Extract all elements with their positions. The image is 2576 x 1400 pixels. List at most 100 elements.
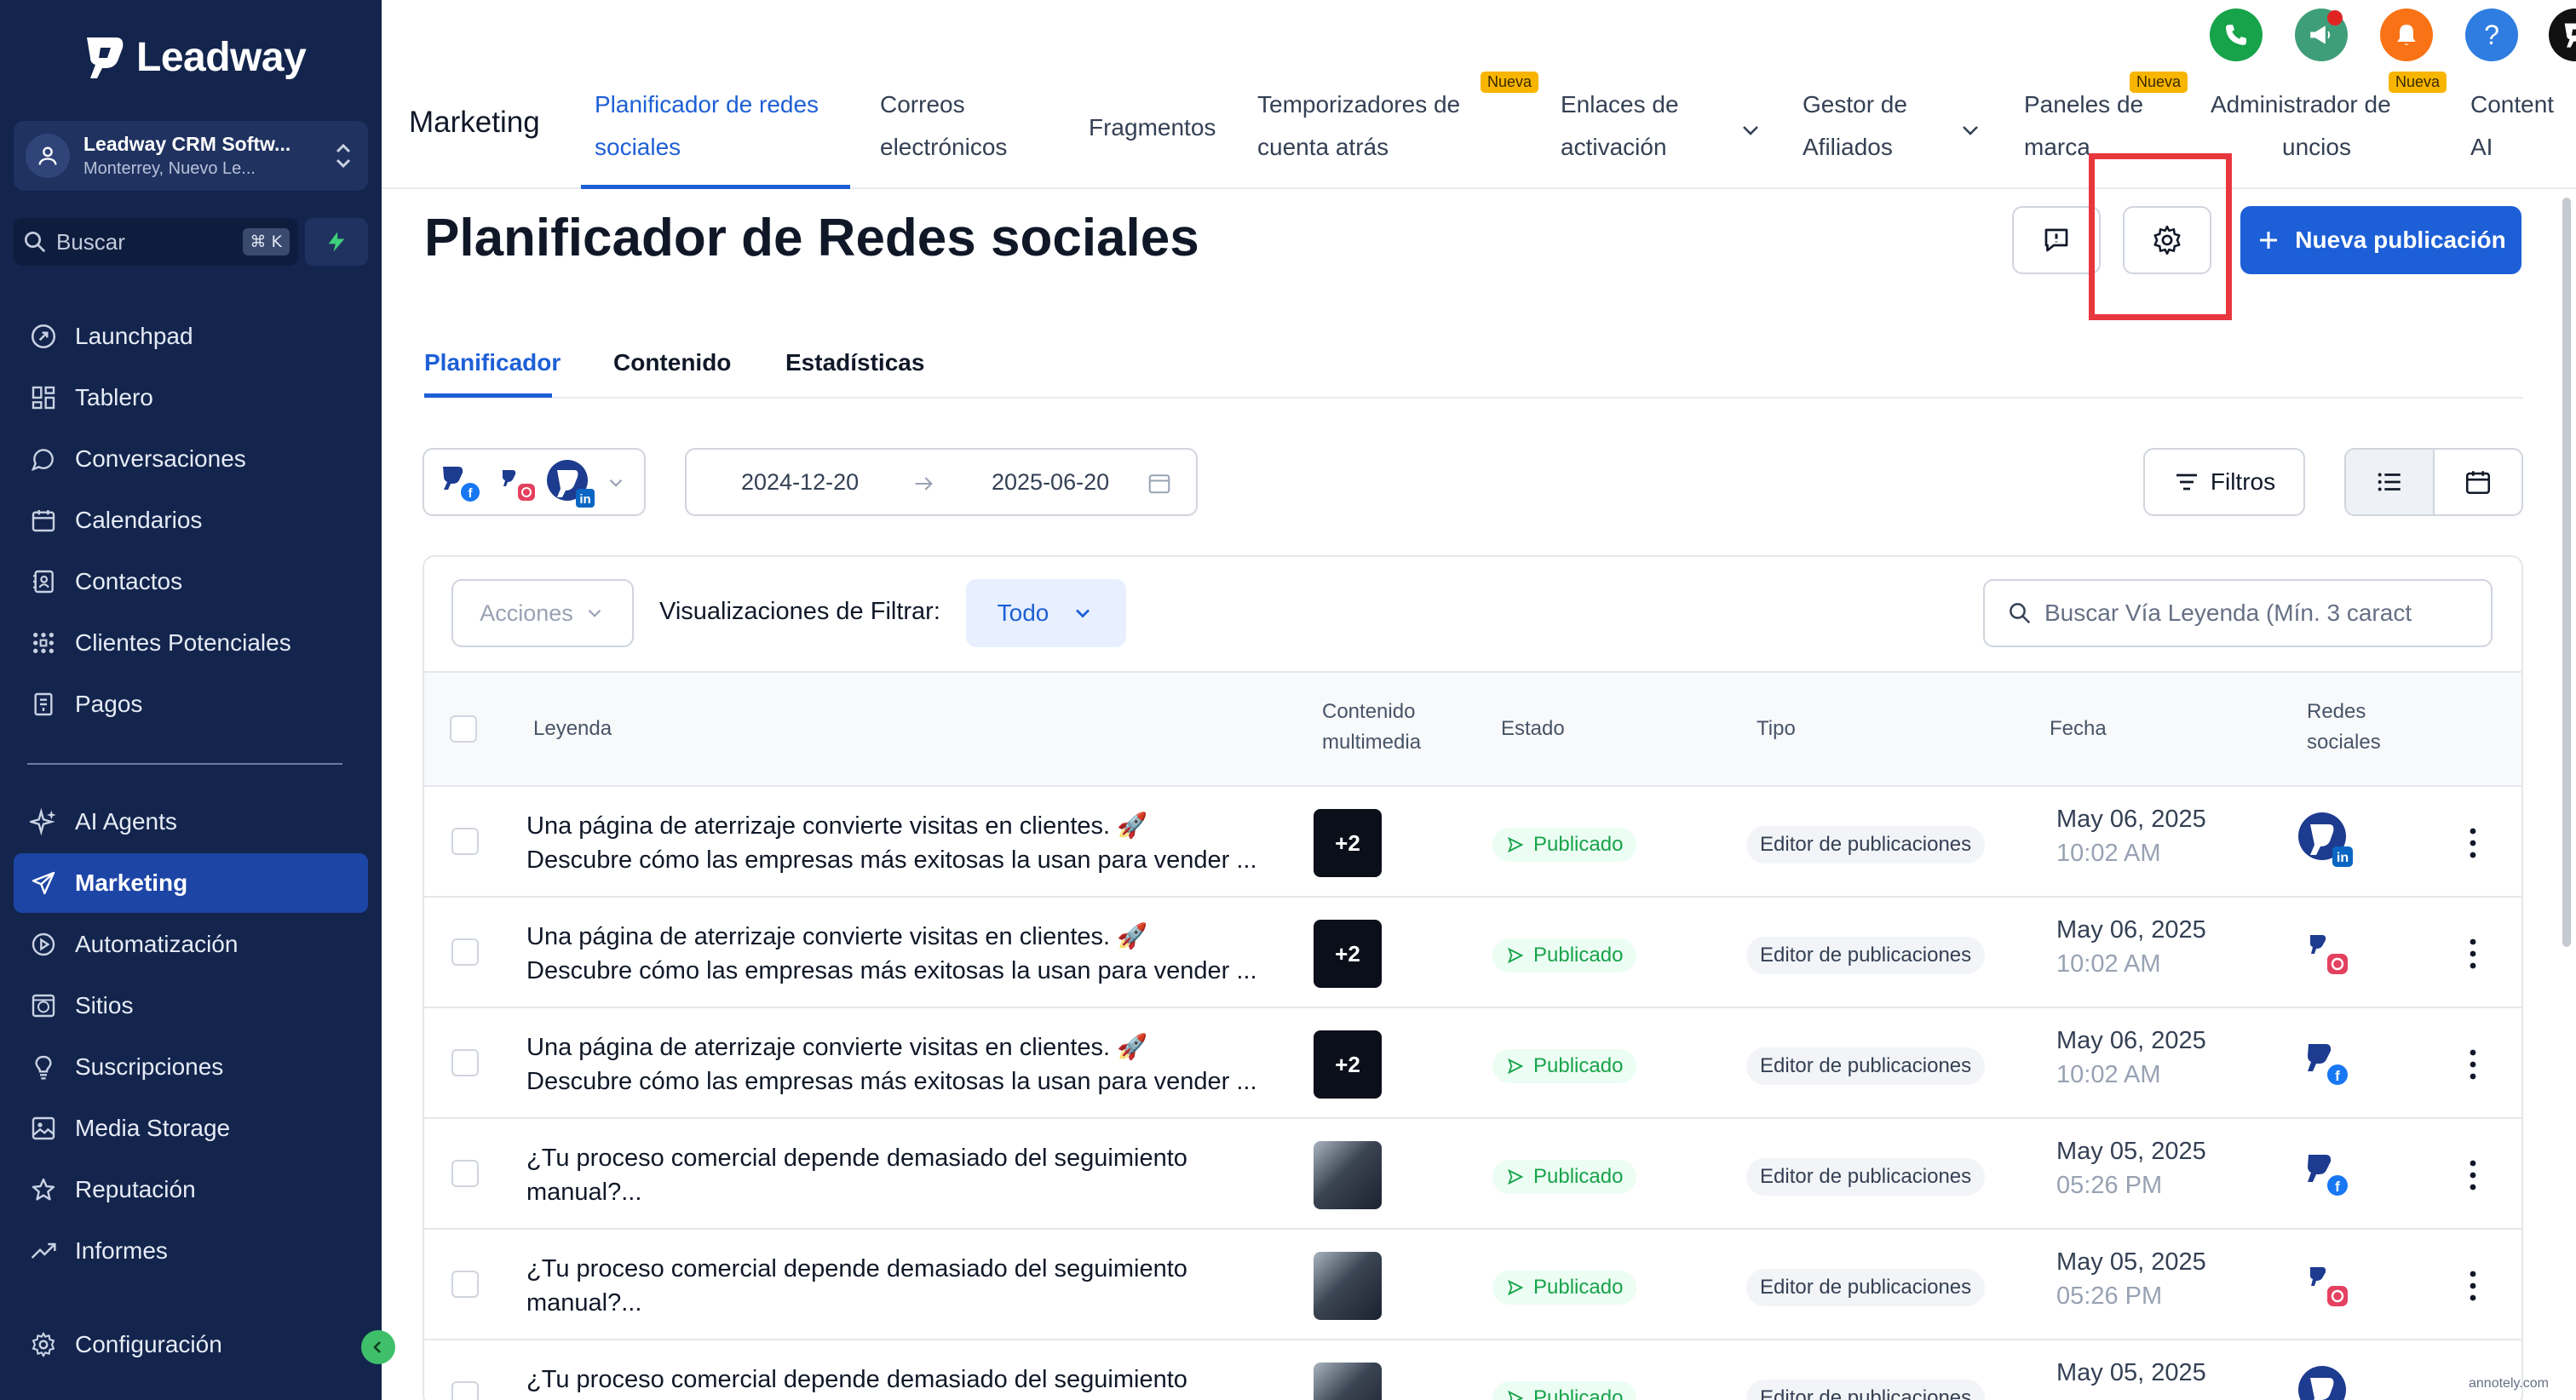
media-thumbnail[interactable]: [1314, 1141, 1382, 1209]
sidebar-item-suscripciones[interactable]: Suscripciones: [14, 1037, 368, 1097]
user-icon: [38, 146, 57, 165]
caption-search-input[interactable]: Buscar Vía Leyenda (Mín. 3 caract: [1983, 579, 2493, 647]
feedback-button[interactable]: [2012, 206, 2101, 274]
sidebar-item-label: Configuración: [75, 1331, 222, 1357]
quick-actions-button[interactable]: [305, 218, 368, 266]
caption-line: manual?...: [526, 1179, 642, 1206]
sidebar-item-pagos[interactable]: Pagos: [14, 674, 368, 734]
tab-fragmentos[interactable]: Fragmentos: [1089, 106, 1216, 149]
row-checkbox[interactable]: [451, 1160, 479, 1187]
send-icon: [1507, 836, 1524, 853]
send-icon: [1507, 1390, 1524, 1400]
calendar-view-button[interactable]: [2435, 450, 2521, 514]
contacts-icon: [27, 565, 60, 598]
section-title: Marketing: [409, 106, 540, 139]
brand-logo[interactable]: Leadway: [82, 32, 307, 82]
post-date: May 05, 2025: [2056, 1359, 2206, 1386]
row-checkbox[interactable]: [451, 1271, 479, 1298]
post-caption: Una página de aterrizaje convierte visit…: [526, 920, 1268, 988]
caption-line: manual?...: [526, 1289, 642, 1317]
sidebar-item-ai-agents[interactable]: AI Agents: [14, 792, 368, 852]
media-thumbnail[interactable]: [1314, 1363, 1382, 1400]
select-all-checkbox[interactable]: [450, 715, 477, 743]
tab-contenido[interactable]: Contenido: [613, 349, 731, 376]
sidebar-item-media-storage[interactable]: Media Storage: [14, 1099, 368, 1158]
linkedin-account-icon: [2298, 1366, 2346, 1400]
sidebar-item-configuracion[interactable]: Configuración: [14, 1315, 368, 1374]
table-row[interactable]: Una página de aterrizaje convierte visit…: [424, 787, 2521, 898]
sidebar-item-label: Pagos: [75, 691, 143, 717]
row-checkbox[interactable]: [451, 1381, 479, 1400]
sidebar-item-automatizacion[interactable]: Automatización: [14, 915, 368, 974]
page-scrollbar[interactable]: [2562, 198, 2571, 947]
chevron-down-icon[interactable]: [1958, 118, 1983, 143]
more-options-icon[interactable]: [2469, 826, 2477, 860]
active-tab-indicator: [424, 393, 552, 398]
sidebar-item-conversaciones[interactable]: Conversaciones: [14, 429, 368, 489]
account-selector[interactable]: f in: [423, 448, 646, 516]
svg-text:in: in: [579, 492, 590, 507]
column-social: Redes sociales: [2307, 697, 2381, 758]
tab-label: Fragmentos: [1089, 114, 1216, 141]
sidebar-item-tablero[interactable]: Tablero: [14, 368, 368, 427]
tab-content-ai[interactable]: Content AI: [2470, 83, 2554, 169]
tab-temporizadores[interactable]: Temporizadores de cuenta atrás: [1257, 83, 1460, 169]
notification-dot: [2327, 10, 2343, 26]
sidebar-item-clientes-potenciales[interactable]: Clientes Potenciales: [14, 613, 368, 673]
new-post-label: Nueva publicación: [2295, 227, 2506, 253]
sidebar-item-calendarios[interactable]: Calendarios: [14, 491, 368, 550]
more-options-icon[interactable]: [2469, 1158, 2477, 1192]
tab-estadisticas[interactable]: Estadísticas: [785, 349, 924, 376]
tab-planificador-redes-sociales[interactable]: Planificador de redes sociales: [595, 83, 819, 169]
location-switcher[interactable]: Leadway CRM Softw... Monterrey, Nuevo Le…: [14, 121, 368, 191]
view-toggle: [2344, 448, 2523, 516]
sidebar-item-marketing[interactable]: Marketing: [14, 853, 368, 913]
view-filter-dropdown[interactable]: Todo: [966, 579, 1126, 647]
phone-button[interactable]: [2210, 9, 2263, 61]
row-checkbox[interactable]: [451, 828, 479, 855]
table-row[interactable]: Una página de aterrizaje convierte visit…: [424, 1008, 2521, 1119]
sidebar-search[interactable]: Buscar ⌘ K: [14, 218, 298, 266]
list-view-button[interactable]: [2346, 450, 2435, 514]
help-button[interactable]: ?: [2465, 9, 2518, 61]
instagram-account-icon: [2310, 1267, 2348, 1306]
profile-button[interactable]: [2549, 9, 2576, 61]
tab-enlaces-activacion[interactable]: Enlaces de activación: [1561, 83, 1679, 169]
table-row[interactable]: Una página de aterrizaje convierte visit…: [424, 898, 2521, 1008]
sidebar-item-reputacion[interactable]: Reputación: [14, 1160, 368, 1219]
chevron-down-icon[interactable]: [1738, 118, 1763, 143]
media-thumbnail[interactable]: +2: [1314, 1030, 1382, 1099]
media-thumbnail[interactable]: +2: [1314, 809, 1382, 877]
tab-planificador[interactable]: Planificador: [424, 349, 561, 376]
sidebar-item-informes[interactable]: Informes: [14, 1221, 368, 1281]
row-checkbox[interactable]: [451, 938, 479, 966]
sidebar-item-launchpad[interactable]: Launchpad: [14, 307, 368, 366]
tab-label: Gestor de: [1803, 91, 1907, 118]
tab-gestor-afiliados[interactable]: Gestor de Afiliados: [1803, 83, 1907, 169]
media-thumbnail[interactable]: +2: [1314, 920, 1382, 988]
table-row[interactable]: ¿Tu proceso comercial depende demasiado …: [424, 1340, 2521, 1400]
sidebar-item-sitios[interactable]: Sitios: [14, 976, 368, 1036]
notifications-button[interactable]: [2380, 9, 2433, 61]
actions-dropdown[interactable]: Acciones: [451, 579, 634, 647]
collapse-sidebar-button[interactable]: [361, 1330, 395, 1364]
row-checkbox[interactable]: [451, 1049, 479, 1076]
date-range-picker[interactable]: 2024-12-20 2025-06-20: [685, 448, 1198, 516]
tab-administrador-anuncios[interactable]: Administrador de uncios: [2211, 83, 2391, 169]
plus-icon: [2260, 232, 2278, 249]
list-icon: [2378, 473, 2401, 491]
filters-button[interactable]: Filtros: [2143, 448, 2305, 516]
status-badge: Publicado: [1492, 938, 1637, 973]
table-row[interactable]: ¿Tu proceso comercial depende demasiado …: [424, 1119, 2521, 1230]
new-post-button[interactable]: Nueva publicación: [2240, 206, 2521, 274]
media-thumbnail[interactable]: [1314, 1252, 1382, 1320]
tab-correos-electronicos[interactable]: Correos electrónicos: [880, 83, 1007, 169]
more-options-icon[interactable]: [2469, 937, 2477, 971]
facebook-account-icon: f: [443, 467, 480, 502]
table-row[interactable]: ¿Tu proceso comercial depende demasiado …: [424, 1230, 2521, 1340]
sidebar-item-contactos[interactable]: Contactos: [14, 552, 368, 611]
status-badge: Publicado: [1492, 1160, 1637, 1194]
more-options-icon[interactable]: [2469, 1047, 2477, 1082]
more-options-icon[interactable]: [2469, 1269, 2477, 1303]
filters-label: Filtros: [2210, 468, 2276, 495]
